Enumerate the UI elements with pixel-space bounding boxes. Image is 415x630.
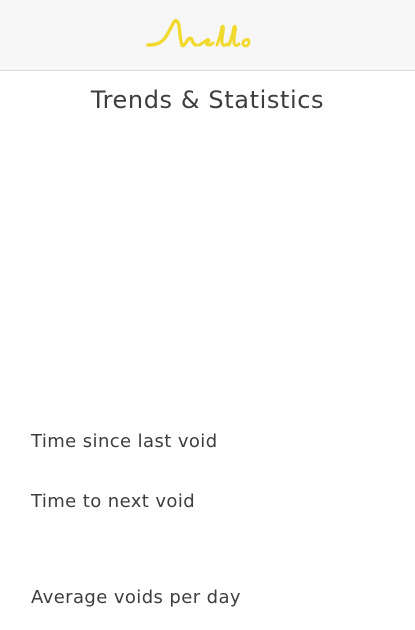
mello-logo — [144, 14, 258, 56]
average-voids-per-day-label: Average voids per day — [31, 587, 241, 608]
mello-wordmark-icon — [146, 18, 251, 48]
time-to-next-void-label: Time to next void — [31, 491, 196, 512]
time-since-last-void-label: Time since last void — [31, 431, 218, 452]
page-title: Trends & Statistics — [90, 86, 325, 114]
app-header — [0, 0, 415, 71]
